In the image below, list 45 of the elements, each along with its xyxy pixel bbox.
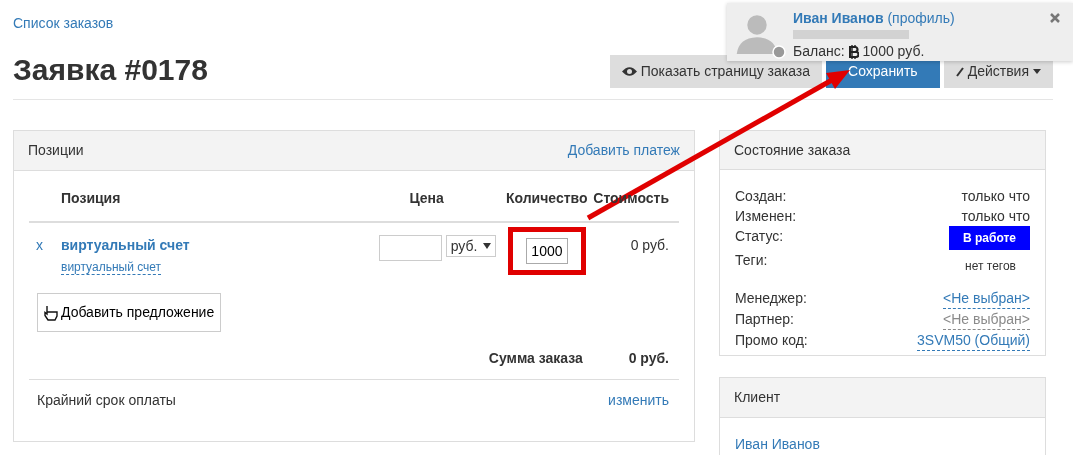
field-value: только что: [961, 207, 1030, 226]
profile-link[interactable]: (профиль): [887, 10, 955, 26]
field-link[interactable]: <Не выбран>: [943, 288, 1030, 309]
cost-text: 0 руб.: [629, 236, 670, 255]
panel-title: Состояние заказа: [734, 140, 851, 160]
show-page-button[interactable]: Показать страницу заказа: [609, 55, 823, 88]
quantity-field[interactable]: 1000: [525, 238, 568, 264]
field-label: Теги:: [735, 251, 768, 270]
field-value: только что: [961, 187, 1030, 206]
caret-icon: [1033, 69, 1041, 74]
status-badge: В работе: [949, 226, 1030, 250]
page-title: Заявка #0178: [13, 52, 208, 88]
field-label: Промо код:: [735, 331, 808, 350]
item-subname-link[interactable]: виртуальный счет: [61, 260, 162, 275]
breadcrumb-link[interactable]: Список заказов: [13, 15, 114, 31]
currency-select[interactable]: руб.: [445, 235, 497, 257]
remove-link[interactable]: x: [36, 235, 43, 256]
bitcoin-icon: [848, 44, 859, 59]
total-label: Сумма заказа: [487, 349, 584, 368]
status-dot-icon: [772, 45, 786, 59]
change-link[interactable]: изменить: [608, 390, 669, 411]
column-header: Количество: [504, 189, 589, 208]
price-field[interactable]: [378, 235, 442, 261]
deadline-label: Крайний срок оплаты: [37, 391, 176, 410]
column-header: Позиция: [60, 189, 122, 208]
field-label: Менеджер:: [735, 289, 807, 308]
add-payment-link[interactable]: Добавить платеж: [567, 140, 680, 161]
panel-title: Позиции: [28, 141, 84, 160]
user-name-link[interactable]: Иван Иванов: [793, 10, 884, 26]
eye-icon: [621, 66, 637, 77]
field-label: Изменен:: [735, 207, 797, 226]
caret-icon: [483, 243, 492, 249]
tags-text: нет тегов: [965, 258, 1016, 275]
close-icon[interactable]: [1050, 13, 1060, 23]
field-label: Партнер:: [735, 310, 794, 329]
item-name-link[interactable]: виртуальный счет: [61, 235, 354, 256]
pencil-icon: [955, 66, 964, 77]
field-label: Статус:: [735, 227, 784, 246]
column-header: Цена: [408, 189, 445, 208]
field-link[interactable]: 3SVM50 (Общий): [917, 330, 1030, 351]
client-name-link[interactable]: Иван Иванов: [735, 434, 820, 455]
field-label: Создан:: [735, 187, 787, 206]
add-offer-button[interactable]: Добавить предложение: [37, 293, 222, 332]
panel-title: Клиент: [734, 388, 781, 407]
total-value: 0 руб.: [627, 349, 670, 368]
